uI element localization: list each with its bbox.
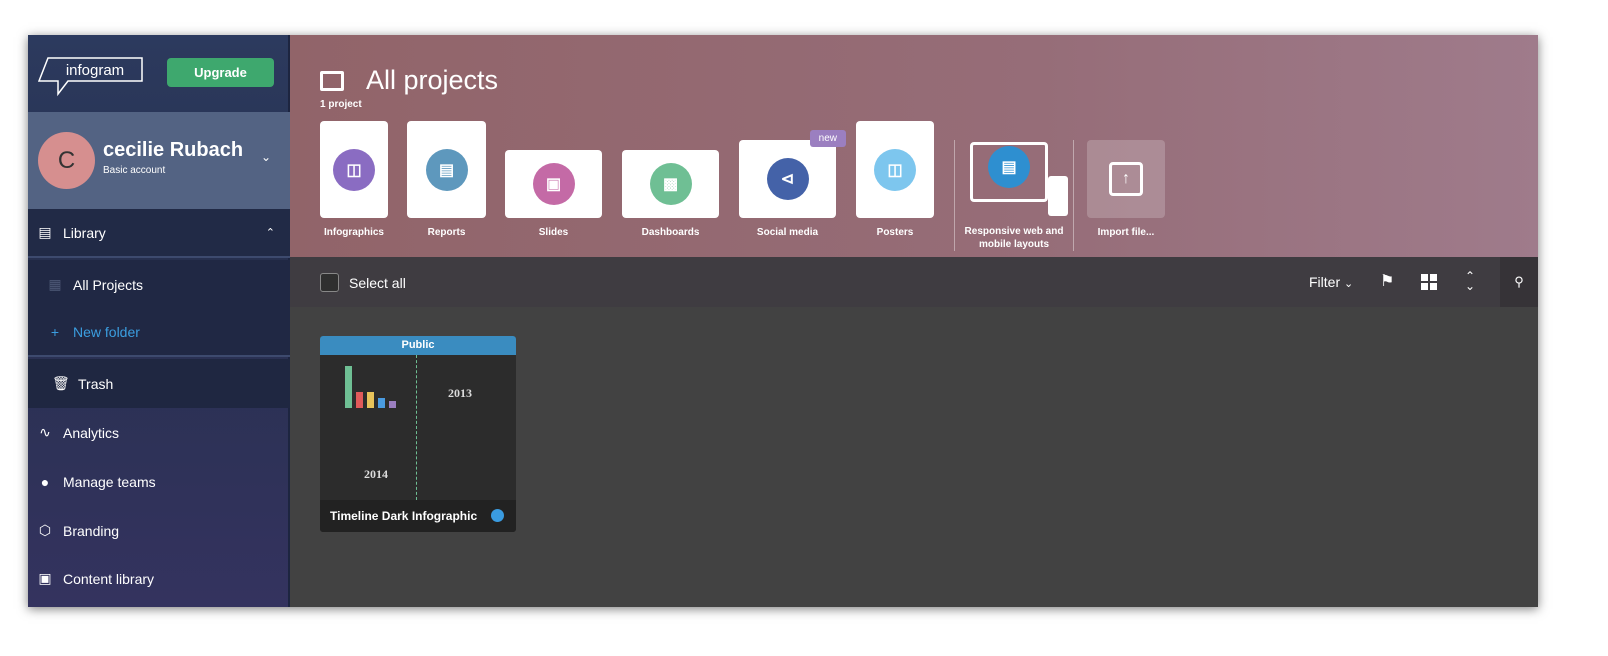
tag-icon[interactable]: ⚑ — [1380, 271, 1394, 291]
new-badge: new — [809, 130, 846, 147]
label: Content library — [63, 570, 155, 587]
chevron-down-icon: ⌄ — [1344, 278, 1354, 290]
import-file-button[interactable]: ↑ Import file... — [1087, 140, 1165, 239]
app: infogram Upgrade C cecilie Rubach Basic … — [28, 35, 1538, 607]
teams-icon: ● — [40, 473, 50, 490]
label: Dashboards — [641, 227, 700, 238]
grid-icon: ▦ — [48, 276, 62, 292]
project-title[interactable]: Timeline Dark Infographic — [320, 500, 516, 532]
svg-text:infogram: infogram — [66, 62, 124, 79]
sort-icon[interactable]: ⌃ ⌄ — [1465, 270, 1475, 292]
label: Manage teams — [63, 473, 156, 490]
toolbar: Select all Filter ⌄ ⚑ ⌃ ⌄ ⚲ — [290, 257, 1538, 307]
project-count: 1 project — [320, 99, 362, 110]
label: Import file... — [1097, 227, 1155, 238]
sidebar: infogram Upgrade C cecilie Rubach Basic … — [28, 35, 290, 607]
label: Filter — [1309, 274, 1341, 290]
select-all-label[interactable]: Select all — [349, 275, 406, 291]
responsive-icon: ▤ — [988, 146, 1030, 188]
sidebar-item-library[interactable]: ▤ Library ⌃ — [28, 209, 290, 258]
sidebar-item-content-library[interactable]: ▣ Content library — [28, 554, 290, 603]
sidebar-item-trash[interactable]: 🗑 Trash — [28, 359, 290, 408]
label: Social media — [756, 227, 819, 238]
template-reports[interactable]: ▤ Reports — [407, 121, 486, 239]
infogram-logo[interactable]: infogram — [38, 57, 144, 97]
analytics-icon: ∿ — [39, 424, 51, 440]
label: Timeline Dark Infographic — [330, 509, 478, 523]
upload-icon: ↑ — [1109, 162, 1143, 196]
user-menu[interactable]: C cecilie Rubach Basic account ⌄ — [28, 112, 290, 209]
dashboard-icon: ▩ — [649, 163, 692, 205]
template-dashboards[interactable]: ▩ Dashboards — [622, 150, 719, 239]
sidebar-item-all-projects[interactable]: ▦ All Projects — [28, 260, 290, 309]
label: Posters — [876, 227, 914, 238]
chevron-up-icon: ⌃ — [265, 227, 275, 239]
select-all-checkbox[interactable] — [320, 273, 339, 292]
template-social-media[interactable]: new ⊲ Social media — [739, 130, 846, 239]
plus-icon: + — [50, 323, 60, 340]
template-posters[interactable]: ◫ Posters — [856, 121, 934, 239]
label: Responsive web and mobile layouts — [964, 226, 1064, 250]
globe-icon — [491, 509, 504, 522]
search-button[interactable]: ⚲ — [1500, 257, 1538, 307]
visibility-badge: Public — [320, 336, 516, 355]
report-icon: ▤ — [425, 148, 468, 191]
project-card[interactable]: Public 2013 2014 Timeline Dark Infograph… — [320, 336, 516, 532]
preview-chart — [345, 366, 413, 408]
label: Branding — [63, 522, 120, 539]
label: Slides — [538, 227, 569, 238]
label: Reports — [427, 227, 466, 238]
label: Library — [63, 224, 106, 241]
page-title: All projects — [366, 65, 499, 95]
account-type: Basic account — [103, 165, 166, 176]
grid-view-icon[interactable] — [1421, 274, 1437, 290]
slides-icon: ▣ — [532, 163, 575, 205]
filter-dropdown[interactable]: Filter ⌄ — [1309, 274, 1353, 290]
upgrade-button[interactable]: Upgrade — [167, 58, 274, 87]
sidebar-item-branding[interactable]: ⬡ Branding — [28, 506, 290, 555]
avatar: C — [38, 132, 95, 189]
infographic-icon: ◫ — [333, 148, 375, 191]
template-infographics[interactable]: ◫ Infographics — [320, 121, 388, 239]
timeline-line — [416, 355, 417, 500]
year-label: 2014 — [364, 467, 388, 481]
label: New folder — [73, 323, 140, 340]
sidebar-item-manage-teams[interactable]: ● Manage teams — [28, 457, 290, 506]
sidebar-item-analytics[interactable]: ∿ Analytics — [28, 408, 290, 457]
cube-icon: ⬡ — [38, 522, 52, 538]
label: Analytics — [63, 424, 120, 441]
image-icon: ▣ — [38, 570, 52, 586]
label: Trash — [78, 375, 114, 392]
label: Infographics — [323, 227, 384, 238]
inbox-icon — [320, 71, 344, 91]
inbox-icon: ▤ — [38, 224, 52, 240]
chevron-down-icon[interactable]: ⌄ — [261, 150, 271, 164]
template-responsive[interactable]: ▤ Responsive web and mobile layouts — [954, 140, 1074, 251]
poster-icon: ◫ — [874, 148, 916, 191]
trash-icon: 🗑 — [52, 375, 70, 391]
user-name: cecilie Rubach — [103, 139, 244, 161]
share-icon: ⊲ — [766, 158, 809, 200]
header: All projects 1 project ◫ Infographics ▤ Re… — [290, 35, 1538, 257]
template-slides[interactable]: ▣ Slides — [505, 150, 602, 239]
year-label: 2013 — [448, 386, 472, 400]
label: All Projects — [73, 276, 144, 293]
new-folder-button[interactable]: + New folder — [28, 308, 290, 357]
projects-area: Public 2013 2014 Timeline Dark Infograph… — [290, 307, 1538, 607]
